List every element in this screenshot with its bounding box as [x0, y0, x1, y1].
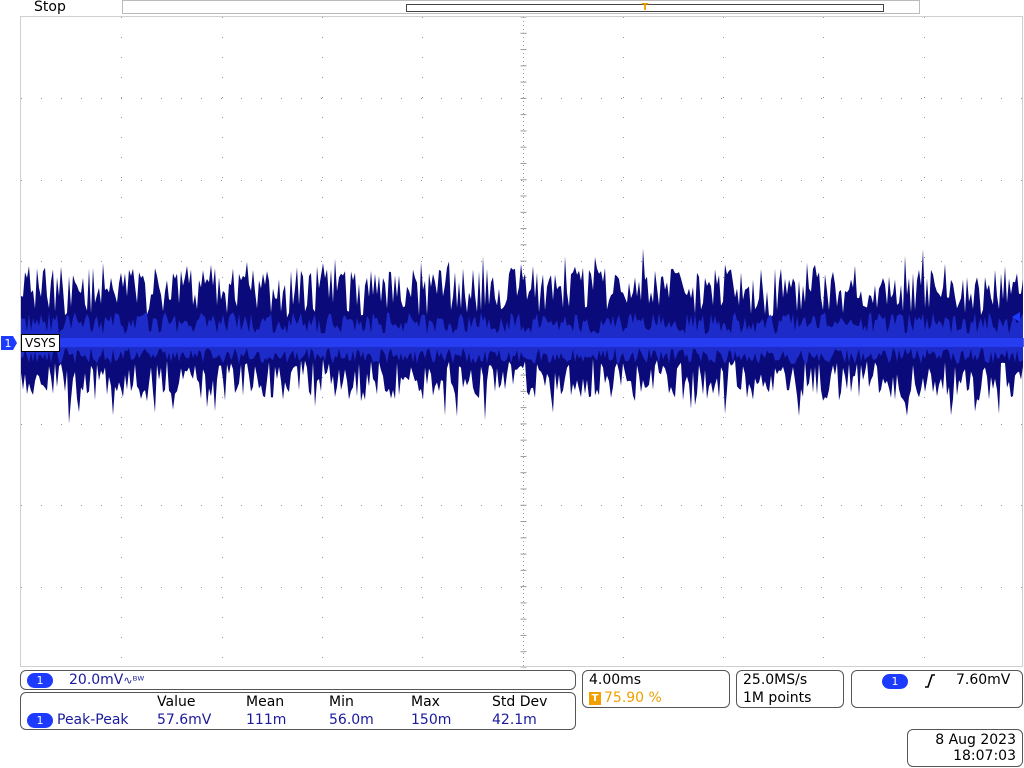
channel-1-badge: 1 — [27, 673, 53, 688]
measurement-header-min: Min — [329, 694, 354, 710]
measurement-mean: 111m — [246, 712, 287, 728]
top-status-bar: Stop T — [0, 0, 1024, 16]
measurement-panel[interactable]: Value Mean Min Max Std Dev 1 Peak-Peak 5… — [20, 692, 576, 730]
measurement-value: 57.6mV — [157, 712, 212, 728]
vsys-waveform-trace — [21, 248, 1024, 424]
measurement-header-mean: Mean — [246, 694, 285, 710]
measurement-stddev: 42.1m — [492, 712, 537, 728]
vertical-scale-value: 20.0mV — [69, 672, 124, 688]
trigger-level: 7.60mV — [956, 672, 1011, 688]
measurement-header-max: Max — [411, 694, 440, 710]
run-state-label: Stop — [34, 0, 66, 15]
record-trigger-icon: T — [641, 2, 649, 13]
datetime-panel: 8 Aug 2023 18:07:03 — [907, 729, 1023, 767]
waveform-graticule[interactable] — [20, 16, 1024, 668]
bandwidth-limit-icon: ∿ᴮᵂ — [123, 674, 145, 687]
date-display: 8 Aug 2023 — [935, 732, 1016, 748]
trigger-position-value: 75.90 % — [604, 690, 662, 706]
measurement-min: 56.0m — [329, 712, 374, 728]
trigger-source-badge: 1 — [882, 674, 908, 689]
measurement-header-value: Value — [157, 694, 196, 710]
svg-text:1: 1 — [5, 337, 12, 350]
trace-center-band — [21, 338, 1024, 347]
rising-edge-icon — [925, 674, 935, 688]
sample-rate: 25.0MS/s — [743, 672, 808, 688]
measurement-channel-badge: 1 — [27, 713, 53, 728]
trigger-panel[interactable]: 1 7.60mV — [851, 670, 1023, 708]
record-length: 1M points — [743, 690, 812, 706]
record-view-bar[interactable] — [122, 0, 920, 14]
trigger-badge-icon: T — [589, 691, 601, 705]
channel-offset-arrow-icon — [1012, 312, 1020, 322]
channel-label: VSYS — [21, 334, 60, 352]
horizontal-panel[interactable]: 4.00ms T 75.90 % — [582, 670, 730, 708]
channel-1-ground-marker[interactable]: 1 — [0, 335, 18, 351]
measurement-header-stddev: Std Dev — [492, 694, 548, 710]
timebase-scale: 4.00ms — [589, 672, 642, 688]
measurement-name: Peak-Peak — [57, 712, 129, 728]
time-display: 18:07:03 — [953, 748, 1016, 764]
acquisition-panel[interactable]: 25.0MS/s 1M points — [736, 670, 844, 708]
vertical-scale-panel[interactable]: 1 20.0mV∿ᴮᵂ — [20, 670, 576, 690]
measurement-max: 150m — [411, 712, 452, 728]
